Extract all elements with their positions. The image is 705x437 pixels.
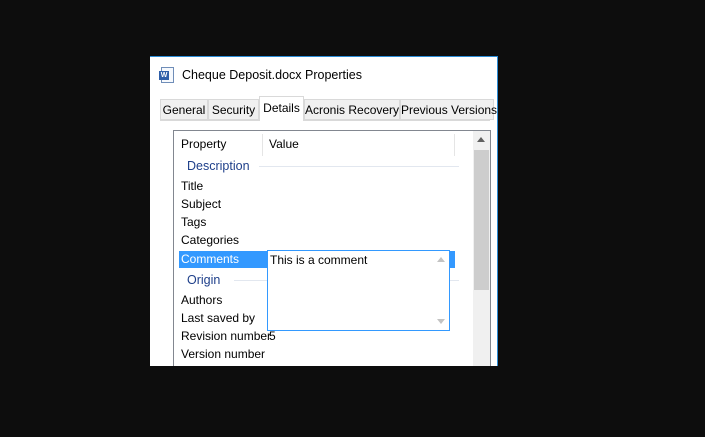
scrollbar-thumb[interactable] <box>474 150 489 290</box>
details-list[interactable]: Property Value Description Title Subject… <box>173 130 491 366</box>
comments-edit-box[interactable]: This is a comment <box>267 250 450 331</box>
tab-previous-versions[interactable]: Previous Versions <box>400 99 497 120</box>
group-header-description: Description <box>187 159 250 173</box>
prop-subject[interactable]: Subject <box>181 197 221 211</box>
chevron-up-icon <box>477 137 485 142</box>
prop-version-number[interactable]: Version number <box>181 347 265 361</box>
column-divider[interactable] <box>454 134 455 156</box>
comments-scrollbar[interactable] <box>433 251 449 330</box>
list-scrollbar[interactable] <box>473 131 490 366</box>
group-divider <box>259 166 459 167</box>
scroll-up-icon[interactable] <box>437 257 445 262</box>
column-divider[interactable] <box>262 134 263 156</box>
tab-general[interactable]: General <box>160 99 208 120</box>
word-document-icon: W <box>159 67 174 83</box>
properties-dialog: W Cheque Deposit.docx Properties General… <box>150 56 498 366</box>
prop-revision-number[interactable]: Revision number <box>181 329 271 343</box>
window-title: Cheque Deposit.docx Properties <box>182 68 362 82</box>
group-header-origin: Origin <box>187 273 221 287</box>
tab-acronis-recovery[interactable]: Acronis Recovery <box>304 99 400 120</box>
comments-text[interactable]: This is a comment <box>270 253 367 267</box>
tab-security[interactable]: Security <box>208 99 259 120</box>
column-header-property[interactable]: Property <box>181 137 226 151</box>
title-bar[interactable]: W Cheque Deposit.docx Properties <box>150 57 497 95</box>
scroll-down-icon[interactable] <box>437 319 445 324</box>
tab-details[interactable]: Details <box>259 96 304 121</box>
prop-categories[interactable]: Categories <box>181 233 239 247</box>
prop-comments[interactable]: Comments <box>181 252 239 266</box>
value-revision-number: 5 <box>269 329 276 343</box>
prop-title[interactable]: Title <box>181 179 203 193</box>
prop-authors[interactable]: Authors <box>181 293 222 307</box>
prop-tags[interactable]: Tags <box>181 215 206 229</box>
prop-last-saved-by[interactable]: Last saved by <box>181 311 255 325</box>
column-header-value[interactable]: Value <box>269 137 299 151</box>
scroll-up-button[interactable] <box>473 131 490 148</box>
